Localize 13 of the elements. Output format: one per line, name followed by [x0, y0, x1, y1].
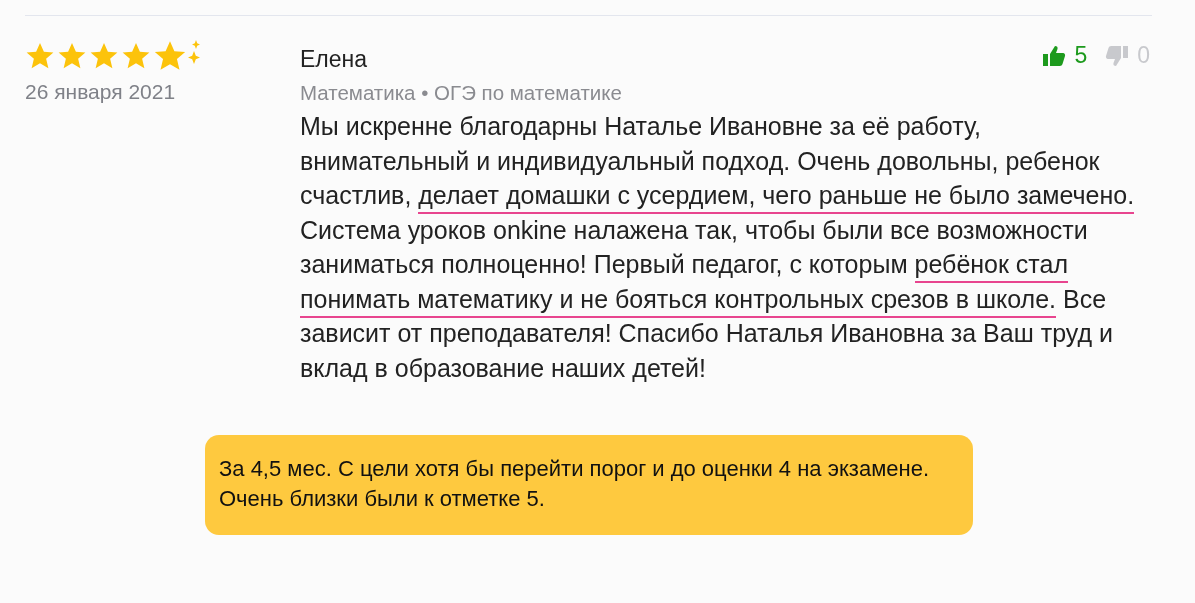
review-date: 26 января 2021 — [25, 80, 177, 104]
like-count: 5 — [1074, 42, 1088, 69]
star-icon — [121, 41, 151, 71]
author-name: Елена — [300, 46, 368, 73]
callout-note: За 4,5 мес. С цели хотя бы перейти порог и до оценки 4 на экзамене. Очень близки были к отметке 5. — [205, 435, 973, 535]
thumbs-down-icon[interactable] — [1105, 43, 1130, 68]
star-icon — [89, 41, 119, 71]
review-text: Мы искренне благодарны Наталье Ивановне за её работу, внимательный и индивидуальный подход. Очень довольны, ребенок счастлив, делает домашки с усердием, чего раньше не было замечено. Система уроков onkine налажена так, чтобы были все возможности заниматься полноценно! Первый педагог, с которым ребёнок стал понимать математику и не бояться контрольных срезов в школе. Все зависит от преподавателя! Спасибо Наталья Ивановна за Ваш труд и вклад в образование наших детей! — [300, 111, 1136, 384]
thumbs-up-icon[interactable] — [1042, 43, 1067, 68]
sparkle-icon — [187, 40, 201, 66]
star-icon — [57, 41, 87, 71]
review-subject: Математика • ОГЭ по математике — [300, 81, 623, 105]
star-icon — [25, 41, 55, 71]
